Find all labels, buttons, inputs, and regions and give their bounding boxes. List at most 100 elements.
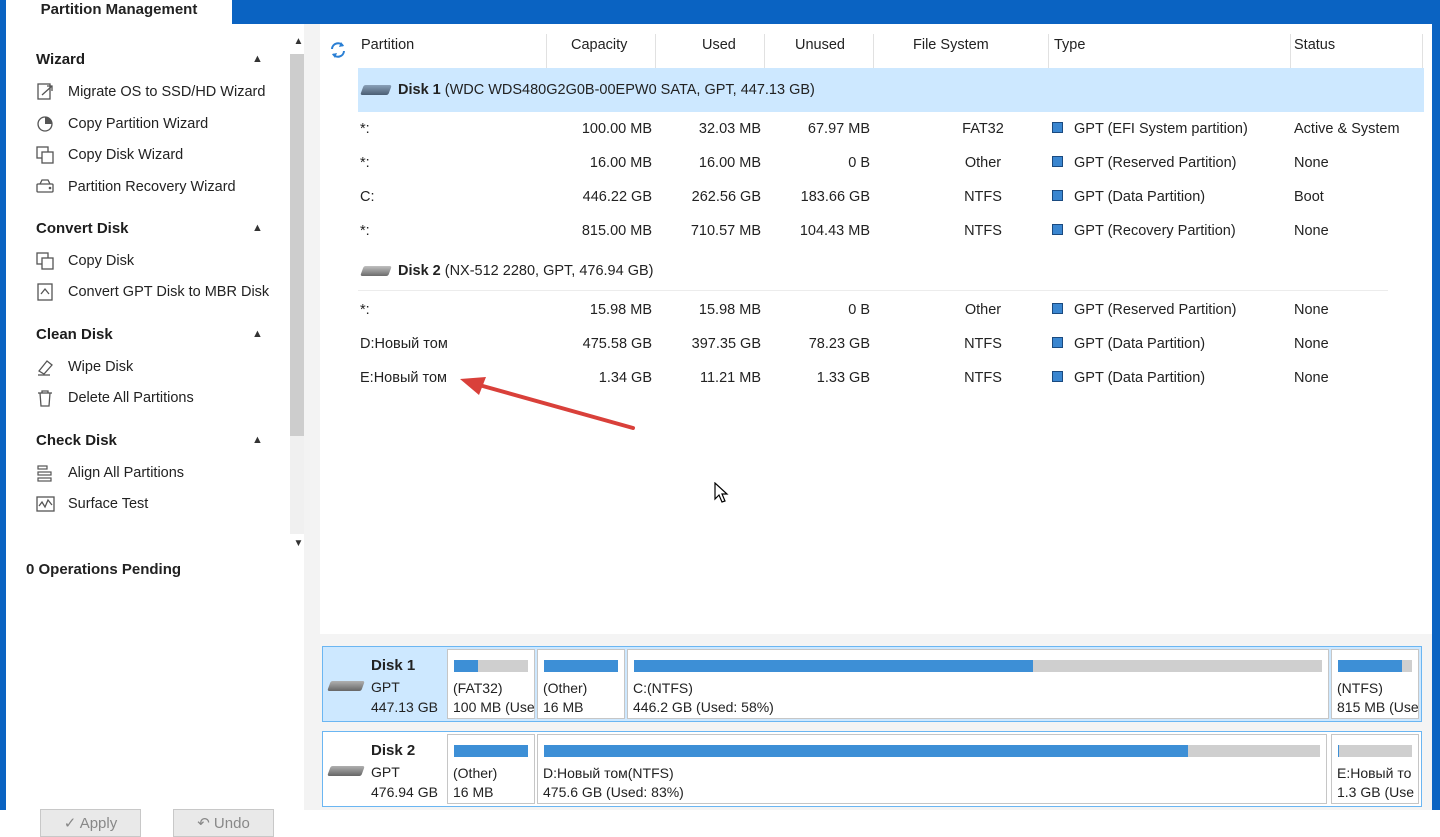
- table-row[interactable]: C: 446.22 GB 262.56 GB 183.66 GB NTFS GPT (Da…: [358, 181, 1424, 215]
- diskmap-partition[interactable]: E:Новый то 1.3 GB (Use: [1331, 734, 1419, 804]
- partition-usage-text: 446.2 GB (Used: 58%): [633, 699, 774, 715]
- hard-drive-icon: [360, 85, 392, 95]
- partition-usage-text: 1.3 GB (Use: [1337, 784, 1415, 800]
- table-row[interactable]: *: 815.00 MB 710.57 MB 104.43 MB NTFS GPT (Re…: [358, 215, 1424, 249]
- column-header-used[interactable]: Used: [702, 37, 736, 53]
- partition-label: (Other): [543, 680, 588, 696]
- sidebar-item-align-partitions[interactable]: Align All Partitions: [36, 461, 184, 485]
- sidebar-item-partition-recovery[interactable]: Partition Recovery Wizard: [36, 175, 236, 199]
- sidebar-item-label: Surface Test: [68, 496, 149, 512]
- partition-label: (NTFS): [1337, 680, 1383, 696]
- group-wizard-header[interactable]: Wizard: [36, 51, 85, 68]
- sidebar-item-copy-disk[interactable]: Copy Disk: [36, 249, 134, 273]
- column-divider[interactable]: [764, 34, 765, 68]
- cell-type: GPT (Data Partition): [1074, 189, 1206, 205]
- column-header-partition[interactable]: Partition: [361, 37, 414, 53]
- disk-scheme: GPT: [371, 764, 400, 780]
- sidebar-item-surface-test[interactable]: Surface Test: [36, 492, 148, 516]
- diskmap-partition[interactable]: D:Новый том(NTFS) 475.6 GB (Used: 83%): [537, 734, 1327, 804]
- sidebar-item-label: Copy Partition Wizard: [68, 116, 209, 132]
- table-row[interactable]: *: 16.00 MB 16.00 MB 0 B Other GPT (Reserved …: [358, 147, 1424, 181]
- partition-type-swatch-icon: [1052, 122, 1063, 133]
- partition-label: E:Новый то: [1337, 765, 1412, 781]
- collapse-caret-icon[interactable]: ▲: [252, 53, 263, 65]
- cell-type: GPT (EFI System partition): [1074, 121, 1248, 137]
- cell-file-system: Other: [964, 155, 1002, 171]
- column-divider[interactable]: [655, 34, 656, 68]
- table-row[interactable]: *: 100.00 MB 32.03 MB 67.97 MB FAT32 GPT (EFI…: [358, 113, 1424, 147]
- column-divider[interactable]: [873, 34, 874, 68]
- cell-unused: 0 B: [848, 302, 870, 318]
- panel-divider[interactable]: [304, 24, 320, 810]
- diskmap-partition[interactable]: (Other) 16 MB: [447, 734, 535, 804]
- diskmap-partition[interactable]: (Other) 16 MB: [537, 649, 625, 719]
- sidebar-item-convert-gpt-mbr[interactable]: Convert GPT Disk to MBR Disk: [36, 280, 269, 304]
- diskmap-partition[interactable]: C:(NTFS) 446.2 GB (Used: 58%): [627, 649, 1329, 719]
- cell-capacity: 100.00 MB: [581, 121, 652, 137]
- diskmap-disk2[interactable]: Disk 2 GPT 476.94 GB (Other) 16 MB D:Новый…: [322, 731, 1422, 807]
- column-divider[interactable]: [1290, 34, 1291, 68]
- column-header-status[interactable]: Status: [1294, 37, 1335, 53]
- sidebar-item-label: Wipe Disk: [68, 359, 134, 375]
- disk-name: Disk 2: [371, 742, 416, 759]
- diskmap-partition[interactable]: (NTFS) 815 MB (Used: [1331, 649, 1419, 719]
- sidebar-item-copy-partition[interactable]: Copy Partition Wizard: [36, 112, 208, 136]
- partition-usage-text: 16 MB: [543, 699, 584, 715]
- usage-bar: [1338, 660, 1412, 672]
- window-frame-right: [1432, 24, 1440, 810]
- cell-status: None: [1294, 336, 1329, 352]
- column-header-type[interactable]: Type: [1054, 37, 1085, 53]
- sidebar-item-label: Migrate OS to SSD/HD Wizard: [68, 84, 266, 100]
- disk-row-disk2[interactable]: Disk 2 (NX-512 2280, GPT, 476.94 GB): [358, 249, 1424, 293]
- refresh-icon[interactable]: [328, 40, 348, 60]
- diskmap-disk1[interactable]: Disk 1 GPT 447.13 GB (FAT32) 100 MB (Used…: [322, 646, 1422, 722]
- cell-status: Active & System: [1294, 121, 1400, 137]
- cell-used: 262.56 GB: [691, 189, 761, 205]
- sidebar-item-migrate-os[interactable]: Migrate OS to SSD/HD Wizard: [36, 80, 265, 104]
- cell-capacity: 446.22 GB: [582, 189, 652, 205]
- column-divider[interactable]: [1422, 34, 1423, 68]
- cell-type: GPT (Data Partition): [1074, 336, 1206, 352]
- cell-unused: 1.33 GB: [816, 370, 870, 386]
- collapse-caret-icon[interactable]: ▲: [252, 328, 263, 340]
- apply-button[interactable]: ✓ Apply: [40, 809, 141, 837]
- disk-row-disk1[interactable]: Disk 1 (WDC WDS480G2G0B-00EPW0 SATA, GPT…: [358, 68, 1424, 112]
- usage-bar-fill: [1338, 745, 1339, 757]
- tab-partition-management[interactable]: Partition Management: [6, 0, 232, 24]
- cell-file-system: NTFS: [964, 189, 1002, 205]
- table-row[interactable]: D:Новый том 475.58 GB 397.35 GB 78.23 GB NTF…: [358, 328, 1424, 362]
- sidebar-item-copy-disk-wizard[interactable]: Copy Disk Wizard: [36, 143, 183, 167]
- partition-usage-text: 100 MB (Used: [453, 699, 535, 715]
- cell-used: 710.57 MB: [690, 223, 761, 239]
- sidebar-item-wipe-disk[interactable]: Wipe Disk: [36, 355, 133, 379]
- cell-status: None: [1294, 302, 1329, 318]
- align-icon: [36, 464, 56, 482]
- disk-name: Disk 1: [398, 82, 441, 98]
- cell-partition-name: *:: [360, 155, 370, 171]
- group-check-disk-header[interactable]: Check Disk: [36, 432, 117, 449]
- collapse-caret-icon[interactable]: ▲: [252, 434, 263, 446]
- cell-unused: 183.66 GB: [800, 189, 870, 205]
- surface-test-icon: [36, 495, 56, 513]
- column-header-unused[interactable]: Unused: [795, 37, 845, 53]
- cell-used: 32.03 MB: [698, 121, 761, 137]
- column-header-capacity[interactable]: Capacity: [571, 37, 627, 53]
- cell-unused: 78.23 GB: [808, 336, 870, 352]
- diskmap-partition[interactable]: (FAT32) 100 MB (Used: [447, 649, 535, 719]
- sidebar-item-delete-all[interactable]: Delete All Partitions: [36, 386, 194, 410]
- cell-type: GPT (Recovery Partition): [1074, 223, 1236, 239]
- cell-file-system: FAT32: [962, 121, 1004, 137]
- cell-partition-name: *:: [360, 302, 370, 318]
- group-clean-disk-header[interactable]: Clean Disk: [36, 326, 113, 343]
- group-convert-disk-header[interactable]: Convert Disk: [36, 220, 129, 237]
- table-row[interactable]: *: 15.98 MB 15.98 MB 0 B Other GPT (Reserved …: [358, 294, 1424, 328]
- column-divider[interactable]: [546, 34, 547, 68]
- column-divider[interactable]: [1048, 34, 1049, 68]
- collapse-caret-icon[interactable]: ▲: [252, 222, 263, 234]
- partition-type-swatch-icon: [1052, 337, 1063, 348]
- column-header-file-system[interactable]: File System: [913, 37, 989, 53]
- undo-button[interactable]: ↶ Undo: [173, 809, 274, 837]
- disk-name: Disk 1: [371, 657, 416, 674]
- hard-drive-icon: [327, 681, 365, 691]
- partition-type-swatch-icon: [1052, 190, 1063, 201]
